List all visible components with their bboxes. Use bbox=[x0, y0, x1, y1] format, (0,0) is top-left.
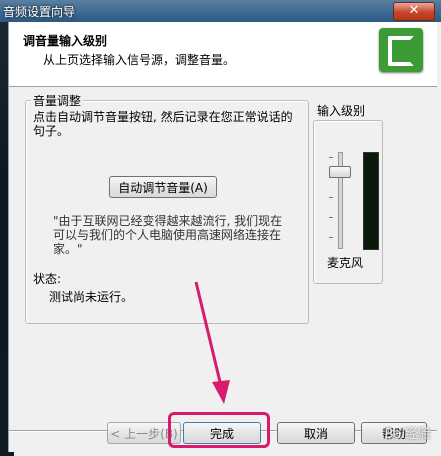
annotation-arrow bbox=[194, 281, 230, 404]
annotation-highlight-box bbox=[168, 412, 270, 448]
watermark: Bai经验 bbox=[384, 427, 432, 442]
